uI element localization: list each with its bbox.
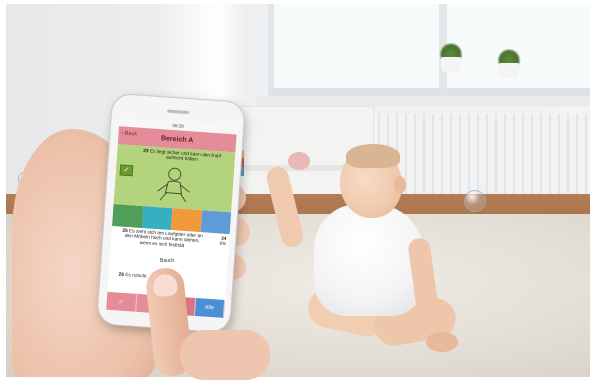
list-item[interactable]: 23 Es liegt sicher und kann den Kopf auf… [113, 144, 236, 213]
hand [180, 330, 270, 380]
alle-button[interactable]: Alle [194, 297, 226, 319]
check-icon[interactable]: ✓ [106, 291, 137, 312]
plant [496, 48, 522, 78]
phone-speaker [167, 109, 190, 115]
item-suffix: Bauch [160, 258, 175, 264]
photo-scene [6, 4, 590, 377]
back-button[interactable]: ‹ Back [121, 130, 137, 137]
baby [264, 142, 464, 367]
window [268, 4, 590, 96]
plant [438, 42, 464, 72]
page-title: Bereich A [160, 134, 194, 144]
item-text: 25 Es zieht sich am Laufgitter oder an d… [122, 228, 203, 249]
window-sill [256, 96, 590, 106]
baby-drawing-icon [157, 167, 190, 203]
check-icon[interactable]: ✓ [119, 164, 134, 177]
item-side-values: 24 6% [219, 235, 227, 247]
rating-option[interactable] [200, 210, 232, 235]
item-text: 23 Es liegt sicher und kann den Kopf auf… [143, 148, 222, 164]
soap-bubble [464, 190, 486, 212]
rating-option[interactable] [170, 208, 202, 233]
rating-option[interactable] [111, 204, 143, 229]
rating-option[interactable] [141, 206, 173, 231]
